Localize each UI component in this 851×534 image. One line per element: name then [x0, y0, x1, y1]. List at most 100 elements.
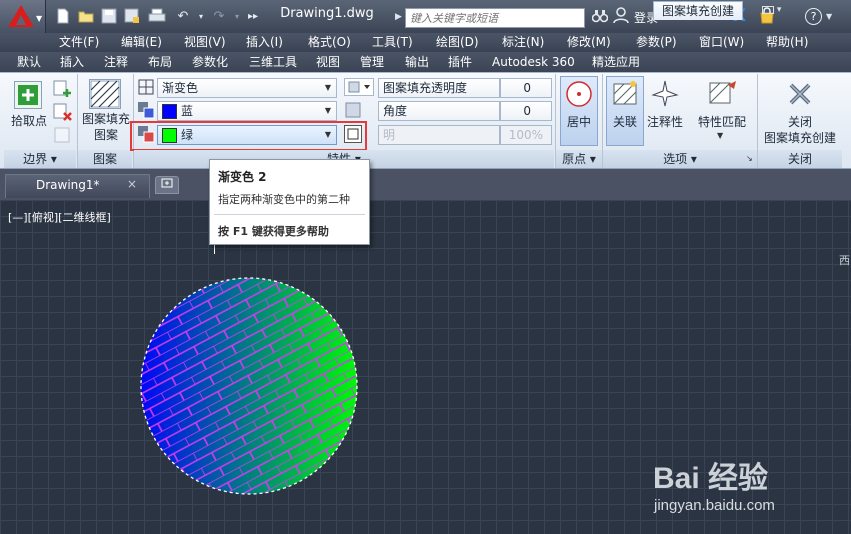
annotative-label[interactable]: 注释性 — [644, 115, 686, 130]
transparency-label: 图案填充透明度 — [378, 78, 500, 98]
hatch-circle[interactable] — [135, 272, 363, 500]
tab-plugins[interactable]: 插件 — [448, 52, 472, 72]
chevron-down-icon: ▼ — [36, 14, 43, 23]
associative-label: 关联 — [612, 115, 637, 129]
transparency-type-button[interactable] — [344, 78, 374, 96]
menu-view[interactable]: 视图(V) — [184, 33, 226, 52]
tooltip-title: 渐变色 2 — [218, 170, 267, 184]
center-origin-icon — [565, 80, 593, 108]
tab-output[interactable]: 输出 — [405, 52, 429, 72]
undo-icon[interactable]: ↶ — [174, 8, 192, 25]
close-icon[interactable]: × — [127, 177, 137, 191]
print-icon[interactable] — [148, 8, 166, 25]
panel-title-origin-label: 原点 — [562, 152, 587, 166]
panel-title-close: 关闭 — [758, 150, 842, 168]
menu-parametric[interactable]: 参数(P) — [636, 33, 677, 52]
chevron-down-icon: ▼ — [324, 106, 331, 115]
redo-icon[interactable]: ↷ — [210, 8, 228, 25]
menu-tools[interactable]: 工具(T) — [372, 33, 413, 52]
tint-toggle-icon[interactable] — [344, 125, 362, 143]
close-hatch-icon[interactable] — [786, 81, 814, 107]
select-boundary-icon[interactable] — [53, 79, 72, 98]
menu-help[interactable]: 帮助(H) — [766, 33, 808, 52]
hatch-pattern-icon[interactable] — [89, 79, 121, 109]
close-label-1[interactable]: 关闭 — [760, 115, 840, 130]
match-properties-label[interactable]: 特性匹配 — [692, 115, 752, 130]
tab-3d-tools[interactable]: 三维工具 — [249, 52, 297, 72]
ribbon-minimize-icon[interactable]: ▾ — [762, 4, 788, 16]
center-label: 居中 — [566, 115, 591, 129]
application-menu-button[interactable]: ▼ — [0, 0, 46, 33]
document-tab-label[interactable]: Drawing1* — [36, 178, 100, 192]
tab-parametric[interactable]: 参数化 — [192, 52, 228, 72]
highlight-box — [130, 121, 367, 151]
search-input[interactable] — [405, 8, 585, 28]
open-file-icon[interactable] — [77, 8, 95, 25]
recreate-boundary-icon[interactable] — [53, 126, 72, 145]
hatch-type-value: 渐变色 — [162, 81, 199, 95]
menu-modify[interactable]: 修改(M) — [567, 33, 611, 52]
quick-access-more-icon[interactable]: ▸▸ — [244, 8, 262, 25]
save-as-icon[interactable] — [123, 8, 141, 25]
tab-layout[interactable]: 布局 — [148, 52, 172, 72]
tab-hatch-creation[interactable]: 图案填充创建 — [653, 1, 743, 20]
panel-title-origin[interactable]: 原点 ▾ — [556, 150, 602, 168]
tab-home[interactable]: 默认 — [17, 52, 41, 72]
match-properties-icon[interactable] — [708, 79, 738, 107]
angle-value[interactable]: 0 — [500, 101, 552, 121]
undo-dropdown-icon[interactable]: ▾ — [192, 8, 210, 25]
tooltip-divider — [214, 214, 365, 215]
hatch-type-dropdown[interactable]: 渐变色 ▼ — [157, 78, 337, 98]
viewport-controls[interactable]: [—][俯视][二维线框] — [8, 209, 111, 225]
gradient-color1-dropdown[interactable]: 蓝 ▼ — [157, 101, 337, 121]
tab-autodesk-360[interactable]: Autodesk 360 — [492, 52, 575, 72]
tooltip-description: 指定两种渐变色中的第二种 — [218, 193, 350, 206]
menu-window[interactable]: 窗口(W) — [699, 33, 744, 52]
new-tab-button[interactable] — [155, 176, 179, 194]
hatch-pattern-label-2[interactable]: 图案 — [78, 128, 134, 143]
ribbon-tab-bar: 默认 插入 注释 布局 参数化 三维工具 视图 管理 输出 插件 Autodes… — [0, 52, 851, 72]
tab-annotate[interactable]: 注释 — [104, 52, 128, 72]
dialog-launcher-icon[interactable]: ↘ — [746, 154, 753, 163]
user-icon[interactable] — [613, 7, 629, 25]
document-title: Drawing1.dwg — [280, 6, 374, 21]
menu-insert[interactable]: 插入(I) — [246, 33, 283, 52]
help-icon[interactable]: ? — [805, 8, 822, 25]
close-label-2[interactable]: 图案填充创建 — [758, 131, 842, 146]
gradient-color1-icon — [137, 101, 155, 119]
chevron-down-icon[interactable]: ▼ — [826, 12, 832, 21]
baidu-watermark: Bai 经验 — [653, 462, 769, 495]
search-expand-icon[interactable]: ▶ — [395, 9, 405, 25]
tab-view[interactable]: 视图 — [316, 52, 340, 72]
remove-boundary-icon[interactable] — [53, 102, 72, 121]
new-file-icon[interactable] — [54, 8, 72, 25]
panel-title-boundary-label: 边界 — [23, 152, 48, 166]
annotative-icon[interactable] — [651, 79, 679, 107]
tab-insert[interactable]: 插入 — [60, 52, 84, 72]
pick-points-label[interactable]: 拾取点 — [4, 114, 54, 129]
tab-manage[interactable]: 管理 — [360, 52, 384, 72]
menu-draw[interactable]: 绘图(D) — [436, 33, 479, 52]
panel-title-options[interactable]: 选项 ▾ — [603, 150, 757, 168]
save-icon[interactable] — [100, 8, 118, 25]
menu-edit[interactable]: 编辑(E) — [121, 33, 162, 52]
hatch-pattern-label-1[interactable]: 图案填充 — [78, 112, 134, 127]
hatch-type-icon — [137, 78, 155, 96]
tooltip-help: 按 F1 键获得更多帮助 — [218, 225, 329, 238]
pick-points-icon[interactable] — [14, 81, 42, 109]
chevron-down-icon[interactable]: ▼ — [717, 131, 723, 140]
binoculars-icon[interactable] — [591, 9, 609, 25]
associative-icon — [611, 79, 639, 107]
tab-featured-apps[interactable]: 精选应用 — [592, 52, 640, 72]
baidu-watermark-url: jingyan.baidu.com — [654, 497, 775, 514]
panel-title-boundary[interactable]: 边界 ▾ — [4, 150, 76, 168]
menu-dimension[interactable]: 标注(N) — [502, 33, 544, 52]
crosshair-cursor — [214, 244, 215, 254]
menu-bar: 文件(F) 编辑(E) 视图(V) 插入(I) 格式(O) 工具(T) 绘图(D… — [0, 33, 851, 52]
viewcube-west-label[interactable]: 西 — [839, 252, 850, 268]
color1-swatch — [162, 103, 177, 119]
tint-label: 明 — [378, 125, 500, 145]
menu-format[interactable]: 格式(O) — [308, 33, 351, 52]
menu-file[interactable]: 文件(F) — [59, 33, 99, 52]
transparency-value[interactable]: 0 — [500, 78, 552, 98]
